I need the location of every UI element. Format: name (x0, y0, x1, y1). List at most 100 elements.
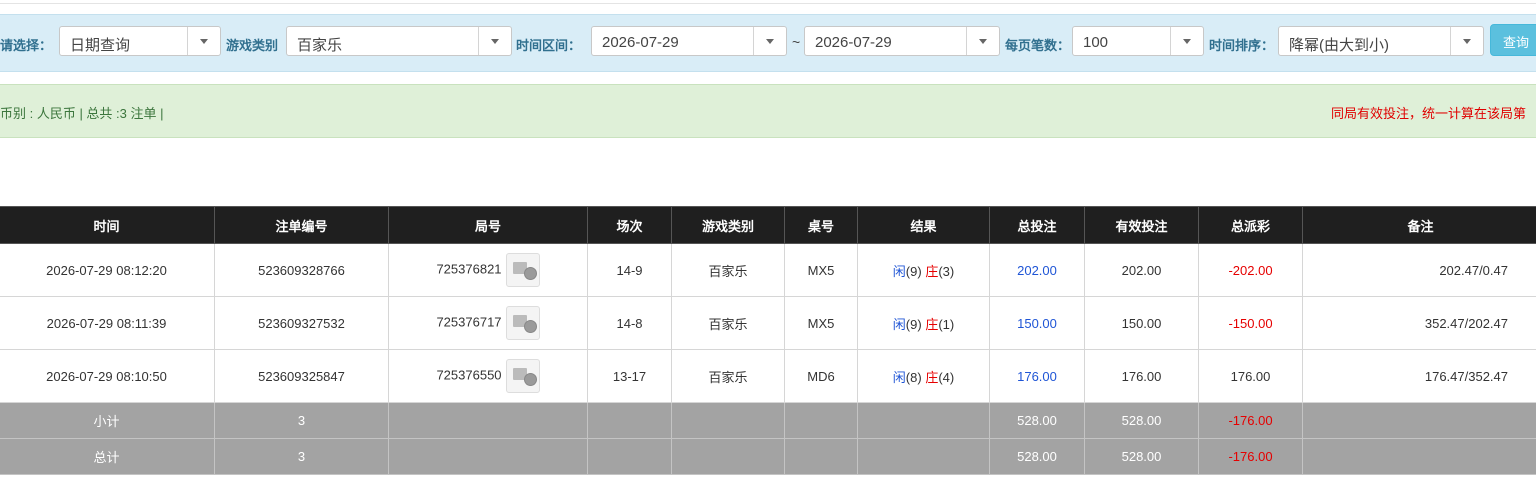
player-label: 闲 (892, 369, 906, 385)
query-button[interactable]: 查询 (1490, 24, 1536, 56)
cell-note: 176.47/352.47 (1302, 349, 1536, 403)
chevron-down-icon[interactable] (753, 27, 786, 55)
range-separator: ~ (792, 34, 801, 50)
empty-cell (1302, 438, 1536, 475)
cell-time: 2026-07-29 08:12:20 (0, 243, 215, 297)
grand-total-payout: -176.00 (1198, 438, 1303, 475)
banker-points: (3) (938, 263, 955, 279)
chevron-down-icon[interactable] (966, 27, 999, 55)
cell-round-no: 725376717 (388, 296, 588, 350)
col-header-round-no[interactable]: 局号 (388, 206, 588, 244)
col-header-game-type[interactable]: 游戏类别 (671, 206, 785, 244)
player-points: (9) (905, 316, 922, 332)
grand-total-count: 3 (214, 438, 389, 475)
grand-total-total-bet: 528.00 (989, 438, 1085, 475)
date-to-select[interactable]: 2026-07-29 (804, 26, 1000, 56)
banker-points: (1) (938, 316, 955, 332)
player-label: 闲 (892, 263, 906, 279)
subtotal-row: 小计 3 528.00 528.00 -176.00 (0, 402, 1536, 439)
subtotal-payout: -176.00 (1198, 402, 1303, 439)
chevron-down-icon[interactable] (187, 27, 220, 55)
top-divider (0, 3, 1536, 4)
cell-result: 闲(8) 庄(4) (857, 349, 990, 403)
bet-records-table: 时间 注单编号 局号 场次 游戏类别 桌号 结果 总投注 有效投注 总派彩 备注… (0, 206, 1536, 475)
game-type-select[interactable]: 百家乐 (286, 26, 512, 56)
notice-text: 同局有效投注，统一计算在该局第 (1331, 106, 1527, 121)
empty-cell (671, 402, 785, 439)
col-header-valid-bet[interactable]: 有效投注 (1084, 206, 1199, 244)
query-button-label: 查询 (1503, 35, 1530, 50)
player-points: (8) (905, 369, 922, 385)
date-from-select[interactable]: 2026-07-29 (591, 26, 787, 56)
round-no-text: 725376821 (436, 261, 502, 277)
cell-table-no: MD6 (784, 349, 858, 403)
video-replay-icon[interactable] (505, 359, 540, 393)
grand-total-row: 总计 3 528.00 528.00 -176.00 (0, 438, 1536, 475)
round-no-text: 725376717 (436, 314, 502, 330)
empty-cell (587, 402, 672, 439)
per-page-label: 每页笔数： (1005, 38, 1071, 53)
col-header-total-bet[interactable]: 总投注 (989, 206, 1085, 244)
banker-label: 庄 (925, 263, 939, 279)
table-header-row: 时间 注单编号 局号 场次 游戏类别 桌号 结果 总投注 有效投注 总派彩 备注 (0, 206, 1536, 244)
empty-cell (784, 402, 858, 439)
cell-payout: -150.00 (1198, 296, 1303, 350)
col-header-session[interactable]: 场次 (587, 206, 672, 244)
cell-valid-bet: 150.00 (1084, 296, 1199, 350)
cell-result: 闲(9) 庄(3) (857, 243, 990, 297)
banker-label: 庄 (925, 369, 939, 385)
sort-label: 时间排序： (1209, 38, 1275, 53)
empty-cell (671, 438, 785, 475)
cell-session: 14-9 (587, 243, 672, 297)
cell-valid-bet: 176.00 (1084, 349, 1199, 403)
date-to-value: 2026-07-29 (815, 34, 892, 51)
per-page-select[interactable]: 100 (1072, 26, 1204, 56)
empty-cell (784, 438, 858, 475)
video-replay-icon[interactable] (505, 306, 540, 340)
select-label: 请选择： (0, 38, 53, 53)
chevron-down-icon[interactable] (478, 27, 511, 55)
chevron-down-icon[interactable] (1170, 27, 1203, 55)
cell-session: 14-8 (587, 296, 672, 350)
cell-bet-no: 523609328766 (214, 243, 389, 297)
col-header-result[interactable]: 结果 (857, 206, 990, 244)
cell-time: 2026-07-29 08:10:50 (0, 349, 215, 403)
empty-cell (857, 402, 990, 439)
grand-total-label: 总计 (0, 438, 215, 475)
col-header-time[interactable]: 时间 (0, 206, 215, 244)
cell-total-bet: 150.00 (989, 296, 1085, 350)
cell-note: 202.47/0.47 (1302, 243, 1536, 297)
info-bar: 币别 : 人民币 | 总共 :3 注单 | 同局有效投注，统一计算在该局第 (0, 84, 1536, 138)
col-header-table-no[interactable]: 桌号 (784, 206, 858, 244)
chevron-down-icon[interactable] (1450, 27, 1483, 55)
cell-table-no: MX5 (784, 296, 858, 350)
cell-bet-no: 523609327532 (214, 296, 389, 350)
banker-points: (4) (938, 369, 955, 385)
cell-result: 闲(9) 庄(1) (857, 296, 990, 350)
cell-note: 352.47/202.47 (1302, 296, 1536, 350)
cell-round-no: 725376821 (388, 243, 588, 297)
col-header-note[interactable]: 备注 (1302, 206, 1536, 244)
subtotal-label: 小计 (0, 402, 215, 439)
time-range-label: 时间区间： (516, 38, 582, 53)
cell-total-bet: 202.00 (989, 243, 1085, 297)
video-replay-icon[interactable] (505, 253, 540, 287)
filter-bar: 请选择： 日期查询 游戏类别 百家乐 时间区间： 2026-07-29 ~ 20… (0, 14, 1536, 72)
cell-time: 2026-07-29 08:11:39 (0, 296, 215, 350)
col-header-bet-no[interactable]: 注单编号 (214, 206, 389, 244)
subtotal-valid-bet: 528.00 (1084, 402, 1199, 439)
sort-value: 降幂(由大到小) (1289, 37, 1389, 54)
subtotal-total-bet: 528.00 (989, 402, 1085, 439)
query-type-select[interactable]: 日期查询 (59, 26, 221, 56)
cell-game: 百家乐 (671, 243, 785, 297)
table-row: 2026-07-29 08:12:20 523609328766 7253768… (0, 243, 1536, 297)
round-no-text: 725376550 (436, 367, 502, 383)
cell-game: 百家乐 (671, 349, 785, 403)
summary-text: 币别 : 人民币 | 总共 :3 注单 | (0, 106, 164, 121)
table-row: 2026-07-29 08:11:39 523609327532 7253767… (0, 296, 1536, 350)
cell-total-bet: 176.00 (989, 349, 1085, 403)
cell-session: 13-17 (587, 349, 672, 403)
empty-cell (587, 438, 672, 475)
col-header-payout[interactable]: 总派彩 (1198, 206, 1303, 244)
sort-select[interactable]: 降幂(由大到小) (1278, 26, 1484, 56)
